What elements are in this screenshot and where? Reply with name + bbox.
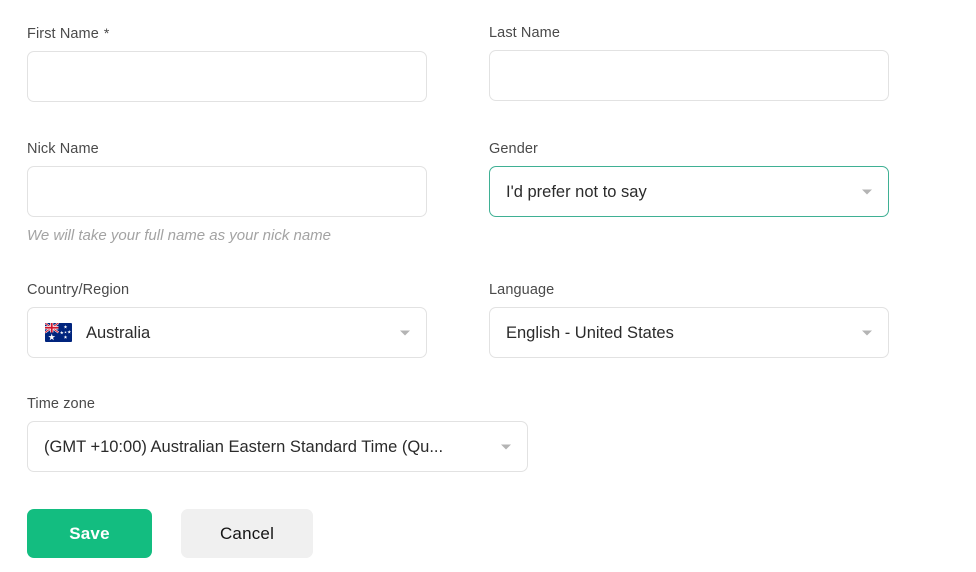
field-country-region: Country/Region Australia	[27, 281, 427, 358]
first-name-input-wrapper[interactable]	[27, 51, 427, 102]
gender-selected-value: I'd prefer not to say	[506, 182, 647, 201]
last-name-input-wrapper[interactable]	[489, 50, 889, 101]
field-language: Language English - United States	[489, 281, 889, 358]
save-button[interactable]: Save	[27, 509, 152, 558]
time-zone-label: Time zone	[27, 396, 96, 412]
field-time-zone: Time zone (GMT +10:00) Australian Easter…	[27, 395, 528, 472]
language-select[interactable]: English - United States	[489, 307, 889, 358]
language-label: Language	[489, 282, 555, 298]
required-asterisk: *	[103, 25, 110, 41]
profile-settings-form: First Name * Last Name Nick Name We will …	[0, 0, 976, 572]
chevron-down-icon	[400, 330, 410, 335]
first-name-input[interactable]	[42, 52, 412, 101]
first-name-label: First Name *	[27, 24, 427, 43]
australia-flag-icon	[45, 323, 72, 342]
last-name-label: Last Name	[489, 25, 561, 41]
country-region-selected-value: Australia	[86, 323, 151, 342]
nick-name-input[interactable]	[42, 167, 412, 216]
nick-name-helper-text: We will take your full name as your nick…	[27, 227, 332, 244]
chevron-down-icon	[862, 330, 872, 335]
first-name-label-text: First Name	[27, 26, 99, 42]
gender-label: Gender	[489, 141, 538, 157]
country-region-select[interactable]: Australia	[27, 307, 427, 358]
last-name-input[interactable]	[504, 51, 874, 100]
chevron-down-icon	[501, 444, 511, 449]
cancel-button[interactable]: Cancel	[181, 509, 313, 558]
time-zone-select[interactable]: (GMT +10:00) Australian Eastern Standard…	[27, 421, 528, 472]
field-gender: Gender I'd prefer not to say	[489, 140, 889, 217]
chevron-down-icon	[862, 189, 872, 194]
gender-select[interactable]: I'd prefer not to say	[489, 166, 889, 217]
nick-name-input-wrapper[interactable]	[27, 166, 427, 217]
time-zone-selected-value: (GMT +10:00) Australian Eastern Standard…	[44, 437, 444, 456]
field-last-name: Last Name	[489, 24, 889, 101]
field-nick-name: Nick Name We will take your full name as…	[27, 140, 427, 245]
nick-name-label: Nick Name	[27, 141, 99, 157]
country-region-label: Country/Region	[27, 282, 130, 298]
language-selected-value: English - United States	[506, 323, 674, 342]
field-first-name: First Name *	[27, 24, 427, 102]
